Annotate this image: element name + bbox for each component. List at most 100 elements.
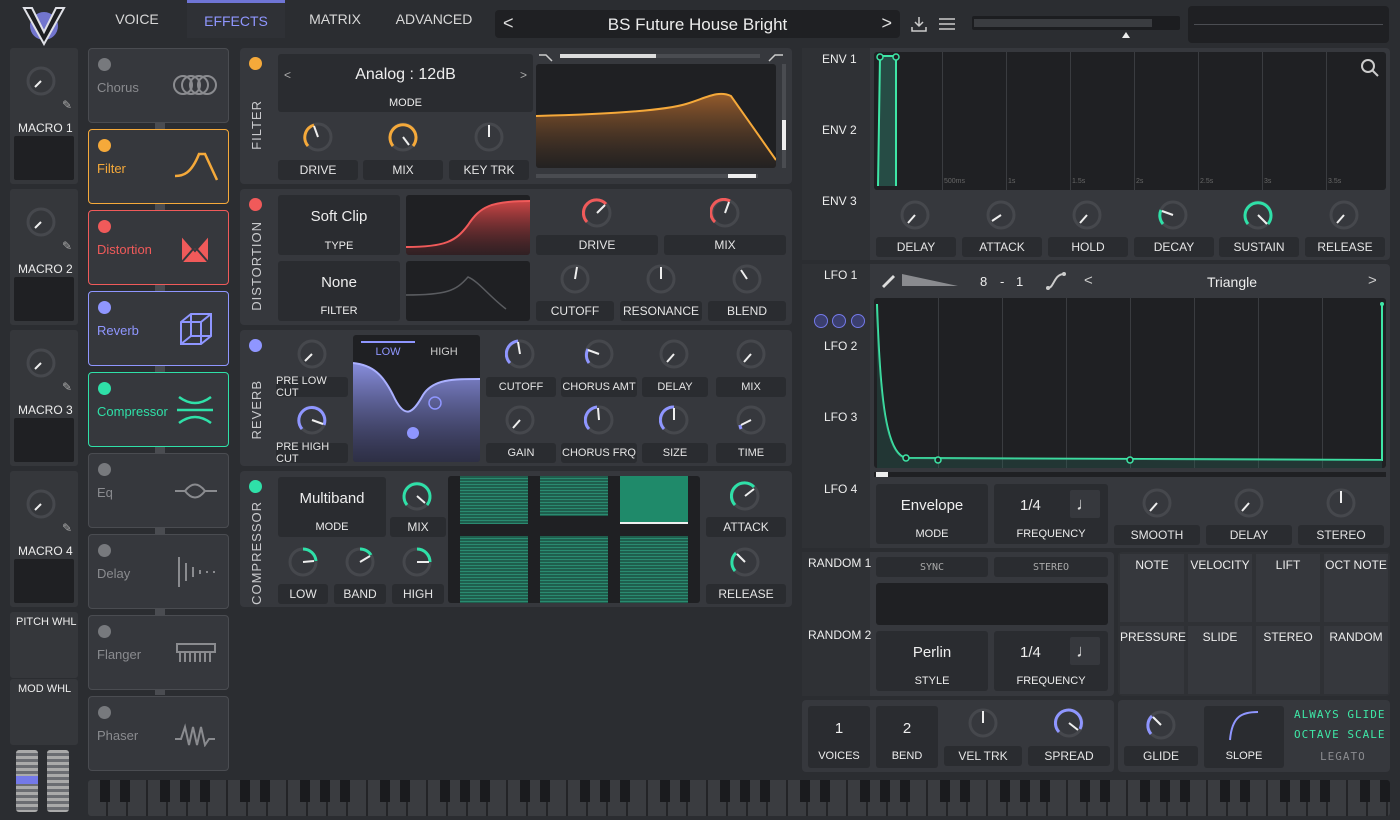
- mod-wheel-slot[interactable]: MOD WHL: [10, 679, 78, 745]
- reverb-pre-low-cut-knob[interactable]: [297, 339, 327, 369]
- env-decay-knob[interactable]: [1158, 200, 1188, 230]
- lfo-grid-den[interactable]: 1: [1016, 274, 1023, 289]
- always-glide-toggle[interactable]: ALWAYS GLIDE: [1294, 708, 1385, 721]
- lfo-tempo-note-icon[interactable]: ♩: [1070, 490, 1100, 518]
- fx-compressor[interactable]: Compressor: [88, 372, 229, 447]
- flanger-power-icon[interactable]: [98, 625, 111, 638]
- tab-matrix[interactable]: MATRIX: [286, 0, 384, 38]
- filter-lowpass-icon[interactable]: [538, 50, 554, 62]
- tab-voice[interactable]: VOICE: [88, 0, 186, 38]
- reverb-time-knob[interactable]: [736, 405, 766, 435]
- distortion-resonance-knob[interactable]: [646, 264, 676, 294]
- random-1-tab[interactable]: RANDOM 1: [808, 556, 871, 570]
- mod-source-pressure[interactable]: PRESSURE: [1120, 626, 1186, 694]
- lfo-shape-prev[interactable]: <: [1084, 272, 1093, 289]
- vital-logo[interactable]: [20, 4, 68, 47]
- lfo-smooth-knob[interactable]: [1142, 488, 1172, 518]
- distortion-type-selector[interactable]: Soft Clip TYPE: [278, 195, 400, 255]
- fx-chorus[interactable]: Chorus: [88, 48, 229, 123]
- volume-meter[interactable]: [972, 16, 1180, 40]
- fx-filter[interactable]: Filter: [88, 129, 229, 204]
- compressor-band-knob[interactable]: [345, 547, 375, 577]
- envelope-zoom-icon[interactable]: [1360, 58, 1380, 78]
- bend-selector[interactable]: 2 BEND: [876, 706, 938, 768]
- mod-source-slide[interactable]: SLIDE: [1188, 626, 1252, 694]
- macro-1-knob[interactable]: [26, 66, 56, 96]
- reverb-cutoff-knob[interactable]: [505, 339, 535, 369]
- random-stereo-toggle[interactable]: STEREO: [994, 557, 1108, 577]
- reverb-gain-knob[interactable]: [505, 405, 535, 435]
- distortion-filter-graph[interactable]: [405, 261, 530, 321]
- mod-source-lift[interactable]: LIFT: [1256, 554, 1320, 622]
- keyboard[interactable]: [88, 780, 1390, 816]
- macro-4-edit-icon[interactable]: ✎: [62, 521, 72, 535]
- compressor-mix-knob[interactable]: [402, 481, 432, 511]
- macro-2-edit-icon[interactable]: ✎: [62, 239, 72, 253]
- env-3-tab[interactable]: ENV 3: [822, 194, 857, 208]
- filter-key-track-knob[interactable]: [474, 122, 504, 152]
- reverb-mix-knob[interactable]: [736, 339, 766, 369]
- fx-reverb[interactable]: Reverb: [88, 291, 229, 366]
- compressor-band-display[interactable]: [448, 476, 700, 603]
- lfo-graph[interactable]: [874, 298, 1386, 468]
- random-frequency-selector[interactable]: 1/4 ♩ FREQUENCY: [994, 631, 1108, 691]
- phaser-power-icon[interactable]: [98, 706, 111, 719]
- preset-next-button[interactable]: >: [881, 13, 892, 34]
- glide-knob[interactable]: [1146, 710, 1176, 740]
- env-attack-knob[interactable]: [986, 200, 1016, 230]
- lfo-curve-icon[interactable]: [1046, 272, 1066, 290]
- mod-wheel[interactable]: [47, 750, 69, 812]
- env-delay-knob[interactable]: [900, 200, 930, 230]
- filter-resonance-slider[interactable]: [782, 64, 786, 168]
- reverb-chorus-freq-knob[interactable]: [584, 405, 614, 435]
- reverb-delay-knob[interactable]: [659, 339, 689, 369]
- macro-4-knob[interactable]: [26, 489, 56, 519]
- compressor-attack-knob[interactable]: [730, 481, 760, 511]
- env-1-tab[interactable]: ENV 1: [822, 52, 857, 66]
- filter-drive-knob[interactable]: [303, 122, 333, 152]
- distortion-power-icon[interactable]: [98, 220, 111, 233]
- filter-response-graph[interactable]: [536, 64, 776, 168]
- compressor-high-knob[interactable]: [402, 547, 432, 577]
- fx-flanger[interactable]: Flanger: [88, 615, 229, 690]
- distortion-mix-knob[interactable]: [710, 198, 740, 228]
- filter-power-icon[interactable]: [98, 139, 111, 152]
- octave-scale-toggle[interactable]: OCTAVE SCALE: [1294, 728, 1385, 741]
- random-sync-toggle[interactable]: SYNC: [876, 557, 988, 577]
- env-release-knob[interactable]: [1329, 200, 1359, 230]
- lfo-1-mod-dots[interactable]: [814, 314, 865, 333]
- random-tempo-note-icon[interactable]: ♩: [1070, 637, 1100, 665]
- menu-icon[interactable]: [938, 16, 956, 32]
- lfo-shape-name[interactable]: Triangle: [1102, 274, 1362, 290]
- lfo-mode-selector[interactable]: Envelope MODE: [876, 484, 988, 544]
- lfo-stereo-knob[interactable]: [1326, 488, 1356, 518]
- random-graph[interactable]: [876, 583, 1108, 625]
- velocity-track-knob[interactable]: [968, 708, 998, 738]
- env-2-tab[interactable]: ENV 2: [822, 123, 857, 137]
- macro-3-knob[interactable]: [26, 348, 56, 378]
- pitch-wheel-slot[interactable]: PITCH WHL: [10, 612, 78, 678]
- tab-advanced[interactable]: ADVANCED: [385, 0, 483, 38]
- compressor-release-knob[interactable]: [730, 547, 760, 577]
- fx-delay[interactable]: Delay: [88, 534, 229, 609]
- distortion-curve-graph[interactable]: [406, 195, 530, 255]
- filter-section-power-icon[interactable]: [249, 57, 262, 70]
- macro-1-mod-strip[interactable]: [14, 136, 74, 180]
- glide-slope-selector[interactable]: SLOPE: [1204, 706, 1284, 768]
- random-style-selector[interactable]: Perlin STYLE: [876, 631, 988, 691]
- mod-source-note[interactable]: NOTE: [1120, 554, 1184, 622]
- lfo-1-tab[interactable]: LFO 1: [824, 268, 857, 282]
- lfo-shape-next[interactable]: >: [1368, 272, 1377, 289]
- macro-1-edit-icon[interactable]: ✎: [62, 98, 72, 112]
- compressor-power-icon[interactable]: [98, 382, 111, 395]
- lfo-paint-brush-icon[interactable]: [878, 272, 896, 290]
- filter-cutoff-slider[interactable]: [536, 174, 758, 178]
- fx-phaser[interactable]: Phaser: [88, 696, 229, 771]
- macro-2-knob[interactable]: [26, 207, 56, 237]
- distortion-filter-selector[interactable]: None FILTER: [278, 261, 400, 321]
- distortion-section-power-icon[interactable]: [249, 198, 262, 211]
- reverb-eq-graph[interactable]: LOW HIGH: [353, 335, 480, 462]
- fx-distortion[interactable]: Distortion: [88, 210, 229, 285]
- mod-source-velocity[interactable]: VELOCITY: [1188, 554, 1252, 622]
- random-2-tab[interactable]: RANDOM 2: [808, 628, 871, 642]
